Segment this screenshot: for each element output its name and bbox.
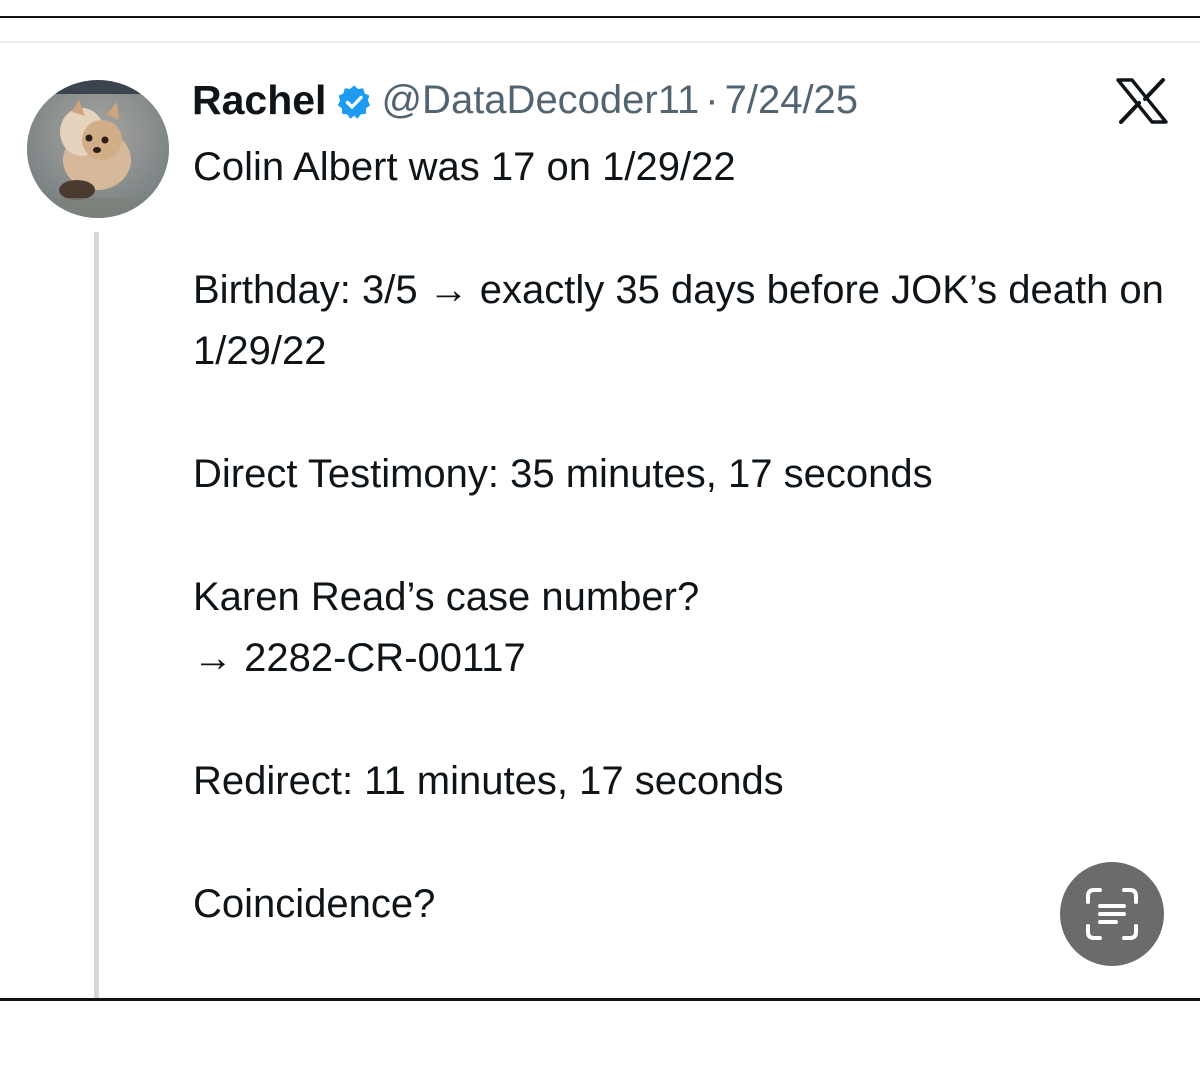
tweet-paragraph: Direct Testimony: 35 minutes, 17 seconds: [193, 452, 933, 496]
text-scan-icon: [1086, 888, 1138, 940]
tweet-paragraph: Birthday: 3/5 → exactly 35 days before J…: [193, 268, 1176, 373]
top-border: [0, 16, 1200, 18]
tweet-paragraph: Karen Read’s case number? → 2282-CR-0011…: [193, 575, 700, 680]
x-logo-icon[interactable]: [1116, 78, 1168, 124]
bottom-border: [0, 998, 1200, 1001]
thread-line: [94, 232, 99, 998]
separator: ·: [705, 77, 719, 122]
avatar-image: [27, 80, 169, 218]
tweet-date[interactable]: 7/24/25: [725, 78, 858, 123]
tweet-paragraph: Colin Albert was 17 on 1/29/22: [193, 145, 736, 189]
text-scan-button[interactable]: [1060, 862, 1164, 966]
tweet-paragraph: Redirect: 11 minutes, 17 seconds: [193, 759, 784, 803]
tweet-paragraph: Coincidence?: [193, 882, 436, 926]
author-handle[interactable]: @DataDecoder11: [381, 78, 699, 123]
verified-badge-icon: [336, 84, 372, 120]
tweet-text: Colin Albert was 17 on 1/29/22 Birthday:…: [193, 137, 1183, 935]
divider: [0, 41, 1200, 43]
author-name[interactable]: Rachel: [192, 77, 326, 124]
tweet-header: Rachel @DataDecoder11 · 7/24/25: [192, 74, 858, 126]
avatar[interactable]: [27, 80, 169, 218]
